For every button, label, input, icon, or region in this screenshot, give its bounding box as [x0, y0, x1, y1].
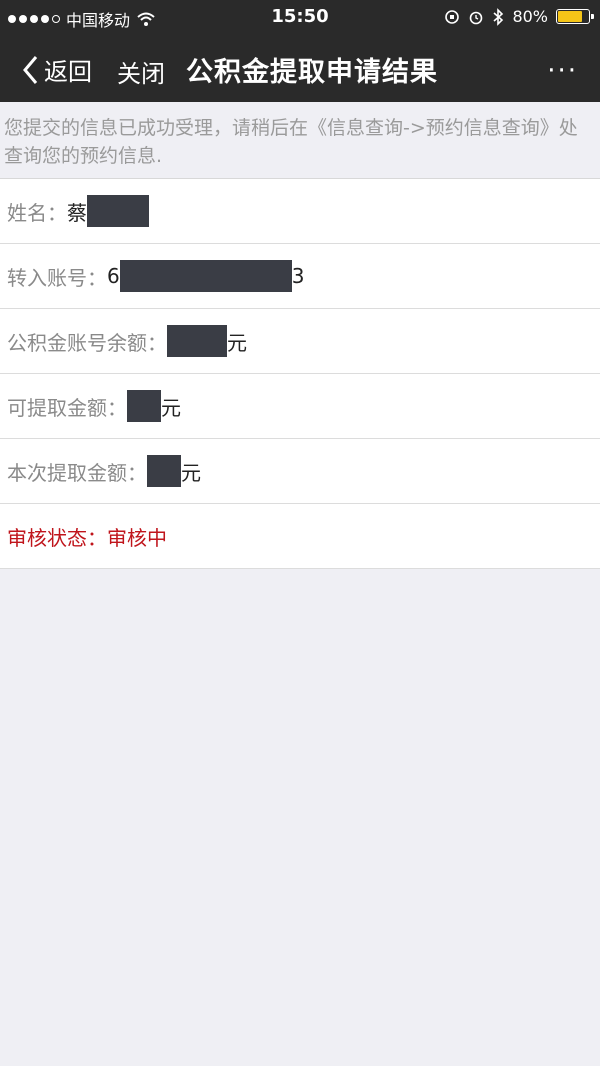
battery-level: [558, 11, 582, 22]
withdrawable-row: 可提取金额： 元: [0, 374, 600, 439]
status-right: 80%: [444, 7, 594, 26]
value-prefix: 6: [107, 264, 120, 288]
orientation-lock-icon: [445, 9, 460, 24]
row-label: 公积金账号余额：: [7, 330, 167, 355]
status-badge: 审核中: [107, 525, 167, 550]
value-prefix: 蔡: [67, 200, 87, 225]
row-label: 姓名：: [7, 200, 67, 225]
back-label: 返回: [44, 58, 92, 86]
row-value: 元: [167, 325, 247, 357]
page-title: 公积金提取申请结果: [186, 57, 438, 88]
battery-percent: 80%: [512, 7, 548, 26]
balance-row: 公积金账号余额： 元: [0, 309, 600, 374]
chevron-left-icon: [23, 55, 38, 84]
redaction-block: [167, 325, 227, 357]
redaction-block: [147, 455, 181, 487]
current-withdrawal-row: 本次提取金额： 元: [0, 439, 600, 504]
row-value: 蔡: [67, 195, 149, 227]
more-options-button[interactable]: ···: [547, 56, 578, 86]
row-label: 可提取金额：: [7, 395, 127, 420]
row-label: 转入账号：: [7, 265, 107, 290]
value-suffix: 元: [181, 460, 201, 485]
status-bar: 中国移动 15:50 80%: [0, 0, 600, 34]
redaction-block: [87, 195, 149, 227]
close-button[interactable]: 关闭: [117, 54, 165, 89]
back-button[interactable]: 返回: [22, 52, 92, 87]
account-row: 转入账号： 6 3: [0, 244, 600, 309]
nav-bar: 返回 关闭 公积金提取申请结果 ···: [0, 34, 600, 102]
submission-notice: 您提交的信息已成功受理，请稍后在《信息查询->预约信息查询》处查询您的预约信息.: [0, 102, 600, 178]
name-row: 姓名： 蔡: [0, 179, 600, 244]
value-suffix: 3: [291, 264, 305, 288]
redaction-block: [127, 390, 161, 422]
row-value: 元: [147, 455, 201, 487]
row-value: 6 3: [107, 260, 304, 292]
value-suffix: 元: [161, 395, 181, 420]
row-label: 本次提取金额：: [7, 460, 147, 485]
status-label: 审核状态：: [7, 525, 107, 550]
bluetooth-icon: [493, 7, 504, 26]
redaction-block: [119, 260, 292, 292]
result-list: 姓名： 蔡 转入账号： 6 3 公积金账号余额： 元 可提取金额： 元 本次提取…: [0, 178, 600, 569]
value-suffix: 元: [227, 330, 247, 355]
review-status-row: 审核状态： 审核中: [0, 504, 600, 569]
alarm-icon: [470, 11, 483, 24]
row-value: 元: [127, 390, 181, 422]
battery-icon: [556, 9, 594, 24]
